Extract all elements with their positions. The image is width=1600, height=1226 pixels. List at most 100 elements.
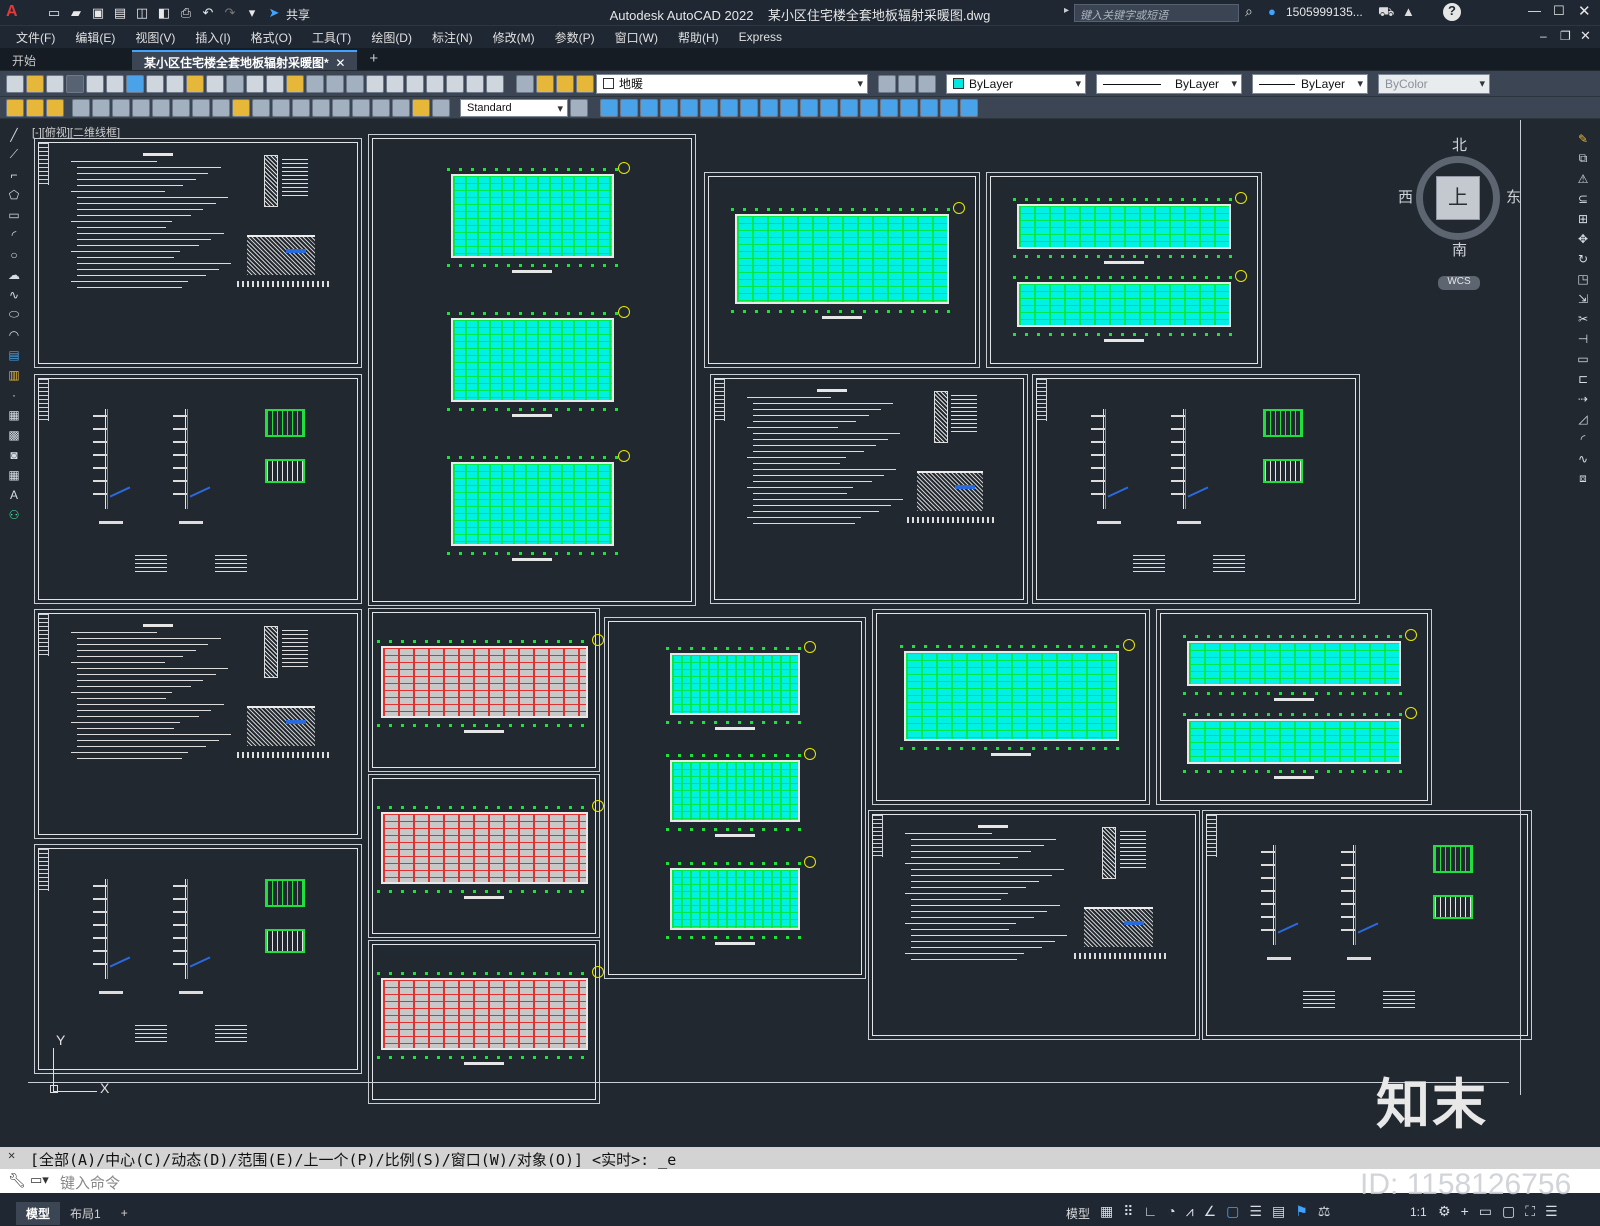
- point-icon[interactable]: ·: [5, 386, 23, 403]
- maximize-icon[interactable]: ☐: [1553, 3, 1565, 19]
- annotation-monitor-icon[interactable]: +: [1461, 1203, 1469, 1220]
- block-editor-icon[interactable]: [226, 74, 244, 93]
- linear-dimension-icon[interactable]: [72, 98, 90, 117]
- fillet-icon[interactable]: [880, 98, 898, 117]
- chamfer-icon[interactable]: [860, 98, 878, 117]
- object-snap-icon[interactable]: ▢: [1226, 1203, 1239, 1220]
- open-icon[interactable]: ▰: [66, 3, 86, 23]
- array-icon[interactable]: [680, 98, 698, 117]
- region-icon[interactable]: ◙: [5, 446, 23, 463]
- wcs-menu[interactable]: WCS: [1438, 276, 1480, 290]
- baseline-dimension-icon[interactable]: [252, 98, 270, 117]
- dimension-edit-icon[interactable]: [412, 98, 430, 117]
- 3d-print-icon[interactable]: [126, 74, 144, 93]
- erase-icon[interactable]: ✎: [1574, 130, 1592, 147]
- grid-icon[interactable]: ▦: [1100, 1203, 1113, 1220]
- doc-minimize-icon[interactable]: –: [1540, 29, 1547, 43]
- sheet-set-icon[interactable]: [426, 74, 444, 93]
- isodraft-icon[interactable]: ⩘: [1186, 1203, 1194, 1220]
- compass-east-label[interactable]: 东: [1506, 186, 1521, 207]
- gradient-icon[interactable]: ▩: [5, 426, 23, 443]
- user-icon[interactable]: ●: [1268, 4, 1276, 19]
- spline-icon[interactable]: ∿: [5, 286, 23, 303]
- array-icon[interactable]: ⊞: [1574, 210, 1592, 227]
- save-icon[interactable]: ▣: [88, 3, 108, 23]
- lineweight-select[interactable]: ByLayer: [1252, 73, 1368, 94]
- move-icon[interactable]: ✥: [1574, 230, 1592, 247]
- layer-walk-icon[interactable]: [26, 98, 44, 117]
- circle-icon[interactable]: ○: [5, 246, 23, 263]
- offset-icon[interactable]: [660, 98, 678, 117]
- ellipse-icon[interactable]: ⬭: [5, 306, 23, 323]
- linetype-select[interactable]: ByLayer: [1096, 73, 1242, 94]
- compass-west-label[interactable]: 西: [1398, 186, 1413, 207]
- web-save-icon[interactable]: ◧: [154, 3, 174, 23]
- doc-restore-icon[interactable]: ❐: [1560, 29, 1571, 43]
- customize-icon[interactable]: ▾: [242, 3, 262, 23]
- layer-state-icon[interactable]: [918, 74, 936, 93]
- construction-line-icon[interactable]: ⟋: [5, 146, 23, 163]
- menu-insert[interactable]: 插入(I): [185, 29, 240, 46]
- arc-length-icon[interactable]: [112, 98, 130, 117]
- layer-freeze-icon[interactable]: [556, 74, 574, 93]
- make-current-layer-icon[interactable]: [878, 74, 896, 93]
- inspection-icon[interactable]: [372, 98, 390, 117]
- layer-manager-icon[interactable]: [6, 98, 24, 117]
- fillet-icon[interactable]: ◜: [1574, 430, 1592, 447]
- drawing-viewport[interactable]: [-][俯视][二维线框] Y X 上 北 南 西 东 WCS 知末: [28, 120, 1569, 1145]
- menu-tools[interactable]: 工具(T): [302, 29, 361, 46]
- diameter-dimension-icon[interactable]: [192, 98, 210, 117]
- mirror-icon[interactable]: ⚠: [1574, 170, 1592, 187]
- user-name[interactable]: 1505999135...: [1286, 5, 1363, 19]
- stretch-icon[interactable]: [760, 98, 778, 117]
- autodesk-app-icon[interactable]: ▲: [1402, 4, 1415, 19]
- draw-order-icon[interactable]: [920, 98, 938, 117]
- units-icon[interactable]: ▭: [1479, 1203, 1492, 1220]
- dimension-update-icon[interactable]: [432, 98, 450, 117]
- tolerance-icon[interactable]: [332, 98, 350, 117]
- properties-icon[interactable]: [366, 74, 384, 93]
- tab-model[interactable]: 模型: [16, 1201, 61, 1225]
- tab-close-icon[interactable]: ✕: [335, 56, 345, 70]
- redo-icon[interactable]: ↷: [220, 3, 240, 23]
- model-space-button[interactable]: 模型: [1066, 1205, 1090, 1222]
- dimension-space-icon[interactable]: [292, 98, 310, 117]
- close-icon[interactable]: ✕: [1578, 2, 1591, 20]
- workspace-gear-icon[interactable]: ⚙: [1438, 1203, 1451, 1220]
- menu-file[interactable]: 文件(F): [6, 29, 65, 46]
- cut-icon[interactable]: [146, 74, 164, 93]
- copy-object-icon[interactable]: [620, 98, 638, 117]
- redo-icon[interactable]: [266, 74, 284, 93]
- transparency-icon[interactable]: ▤: [1272, 1203, 1285, 1220]
- blend-curves-icon[interactable]: ∿: [1574, 450, 1592, 467]
- rotate-icon[interactable]: [720, 98, 738, 117]
- text-style-select[interactable]: Standard: [460, 98, 568, 117]
- jogged-linear-icon[interactable]: [392, 98, 410, 117]
- open-icon[interactable]: [26, 74, 44, 93]
- explode-icon[interactable]: ⧈: [1574, 470, 1592, 487]
- multiline-text-icon[interactable]: A: [5, 486, 23, 503]
- scale-icon[interactable]: ◳: [1574, 270, 1592, 287]
- revision-cloud-icon[interactable]: ☁: [5, 266, 23, 283]
- radius-dimension-icon[interactable]: [152, 98, 170, 117]
- polar-icon[interactable]: ◔: [1167, 1203, 1175, 1220]
- web-open-icon[interactable]: ◫: [132, 3, 152, 23]
- extend-icon[interactable]: ⊣: [1574, 330, 1592, 347]
- menu-help[interactable]: 帮助(H): [668, 29, 729, 46]
- layer-lock-icon[interactable]: [576, 74, 594, 93]
- annotation-visibility-icon[interactable]: ⚑: [1295, 1203, 1308, 1220]
- quick-dimension-icon[interactable]: [232, 98, 250, 117]
- hatch-icon[interactable]: ▦: [5, 406, 23, 423]
- menu-parametric[interactable]: 参数(P): [545, 29, 605, 46]
- copy-icon[interactable]: ⧉: [1574, 150, 1592, 167]
- menu-format[interactable]: 格式(O): [241, 29, 302, 46]
- design-center-icon[interactable]: [386, 74, 404, 93]
- publish-icon[interactable]: [106, 74, 124, 93]
- stretch-icon[interactable]: ⇲: [1574, 290, 1592, 307]
- ungroup-icon[interactable]: [960, 98, 978, 117]
- save-as-icon[interactable]: ▤: [110, 3, 130, 23]
- autocad-logo-icon[interactable]: A: [6, 3, 18, 21]
- new-icon[interactable]: [6, 74, 24, 93]
- layer-select[interactable]: 地暖: [596, 73, 868, 94]
- erase-icon[interactable]: [600, 98, 618, 117]
